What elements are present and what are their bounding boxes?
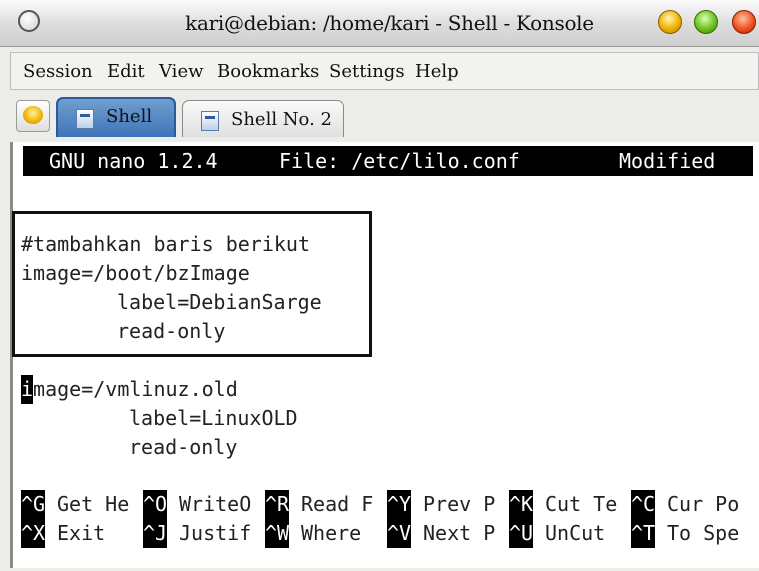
shortcut-key: ^T [631, 519, 656, 548]
menu-edit[interactable]: Edit [107, 61, 145, 82]
shortcut-label: Exit [57, 521, 106, 545]
shortcut-label: Cur Po [667, 492, 740, 516]
label-line-2: label=LinuxOLD [129, 406, 298, 430]
tab-bar: Shell Shell No. 2 [10, 94, 759, 140]
shortcut-key: ^Y [387, 490, 412, 519]
menu-bookmarks[interactable]: Bookmarks [217, 61, 319, 82]
window-title-text: kari@debian: /home/kari - Shell - Konsol… [185, 11, 594, 35]
shortcut-key: ^K [509, 490, 534, 519]
shortcut-key: ^X [21, 519, 46, 548]
text-cursor: i [21, 375, 34, 404]
readonly-line-2: read-only [129, 435, 238, 459]
shortcut-label: Get He [57, 492, 130, 516]
shortcut-label: UnCut [545, 521, 606, 545]
new-session-button[interactable] [16, 100, 50, 132]
shortcut-key: ^O [143, 490, 168, 519]
shortcut-label: Justif [179, 521, 252, 545]
shortcut-key: ^R [265, 490, 290, 519]
menu-session[interactable]: Session [23, 61, 93, 82]
tab-shell-no-2[interactable]: Shell No. 2 [182, 100, 344, 137]
window-title: kari@debian: /home/kari - Shell - Konsol… [0, 11, 759, 35]
minimize-button[interactable] [658, 10, 682, 34]
shortcut-key: ^J [143, 519, 168, 548]
tab-shell-label: Shell [106, 106, 153, 127]
shortcut-key: ^U [509, 519, 534, 548]
terminal-icon [201, 111, 219, 131]
menu-help[interactable]: Help [415, 61, 459, 82]
shortcut-label: Where [301, 521, 362, 545]
shortcut-label: Cut Te [545, 492, 618, 516]
new-session-icon [23, 106, 43, 124]
shortcut-key: ^V [387, 519, 412, 548]
menu-bar: Session Edit View Bookmarks Settings Hel… [10, 52, 759, 90]
konsole-window: kari@debian: /home/kari - Shell - Konsol… [0, 0, 759, 571]
shortcut-key: ^G [21, 490, 46, 519]
tab-shell-no-2-label: Shell No. 2 [231, 109, 332, 130]
shortcut-label: To Spe [667, 521, 740, 545]
menu-view[interactable]: View [159, 61, 204, 82]
shortcut-key: ^W [265, 519, 290, 548]
image-line-2-text: mage=/vmlinuz.old [33, 377, 238, 401]
shortcut-label: Next P [423, 521, 496, 545]
terminal-icon [76, 109, 94, 129]
title-bar[interactable]: kari@debian: /home/kari - Shell - Konsol… [0, 0, 759, 47]
nano-version: GNU nano 1.2.4 [49, 149, 218, 173]
maximize-button[interactable] [694, 10, 718, 34]
shortcut-key: ^C [631, 490, 656, 519]
tab-shell[interactable]: Shell [56, 97, 176, 137]
shortcut-label: WriteO [179, 492, 252, 516]
close-button[interactable] [732, 10, 756, 34]
shortcut-label: Read F [301, 492, 374, 516]
nano-status: Modified [619, 149, 716, 173]
highlight-box [12, 211, 372, 357]
nano-file: File: /etc/lilo.conf [279, 149, 520, 173]
image-line-2: image=/vmlinuz.old [21, 375, 238, 404]
shortcut-label: Prev P [423, 492, 496, 516]
menu-settings[interactable]: Settings [329, 61, 405, 82]
